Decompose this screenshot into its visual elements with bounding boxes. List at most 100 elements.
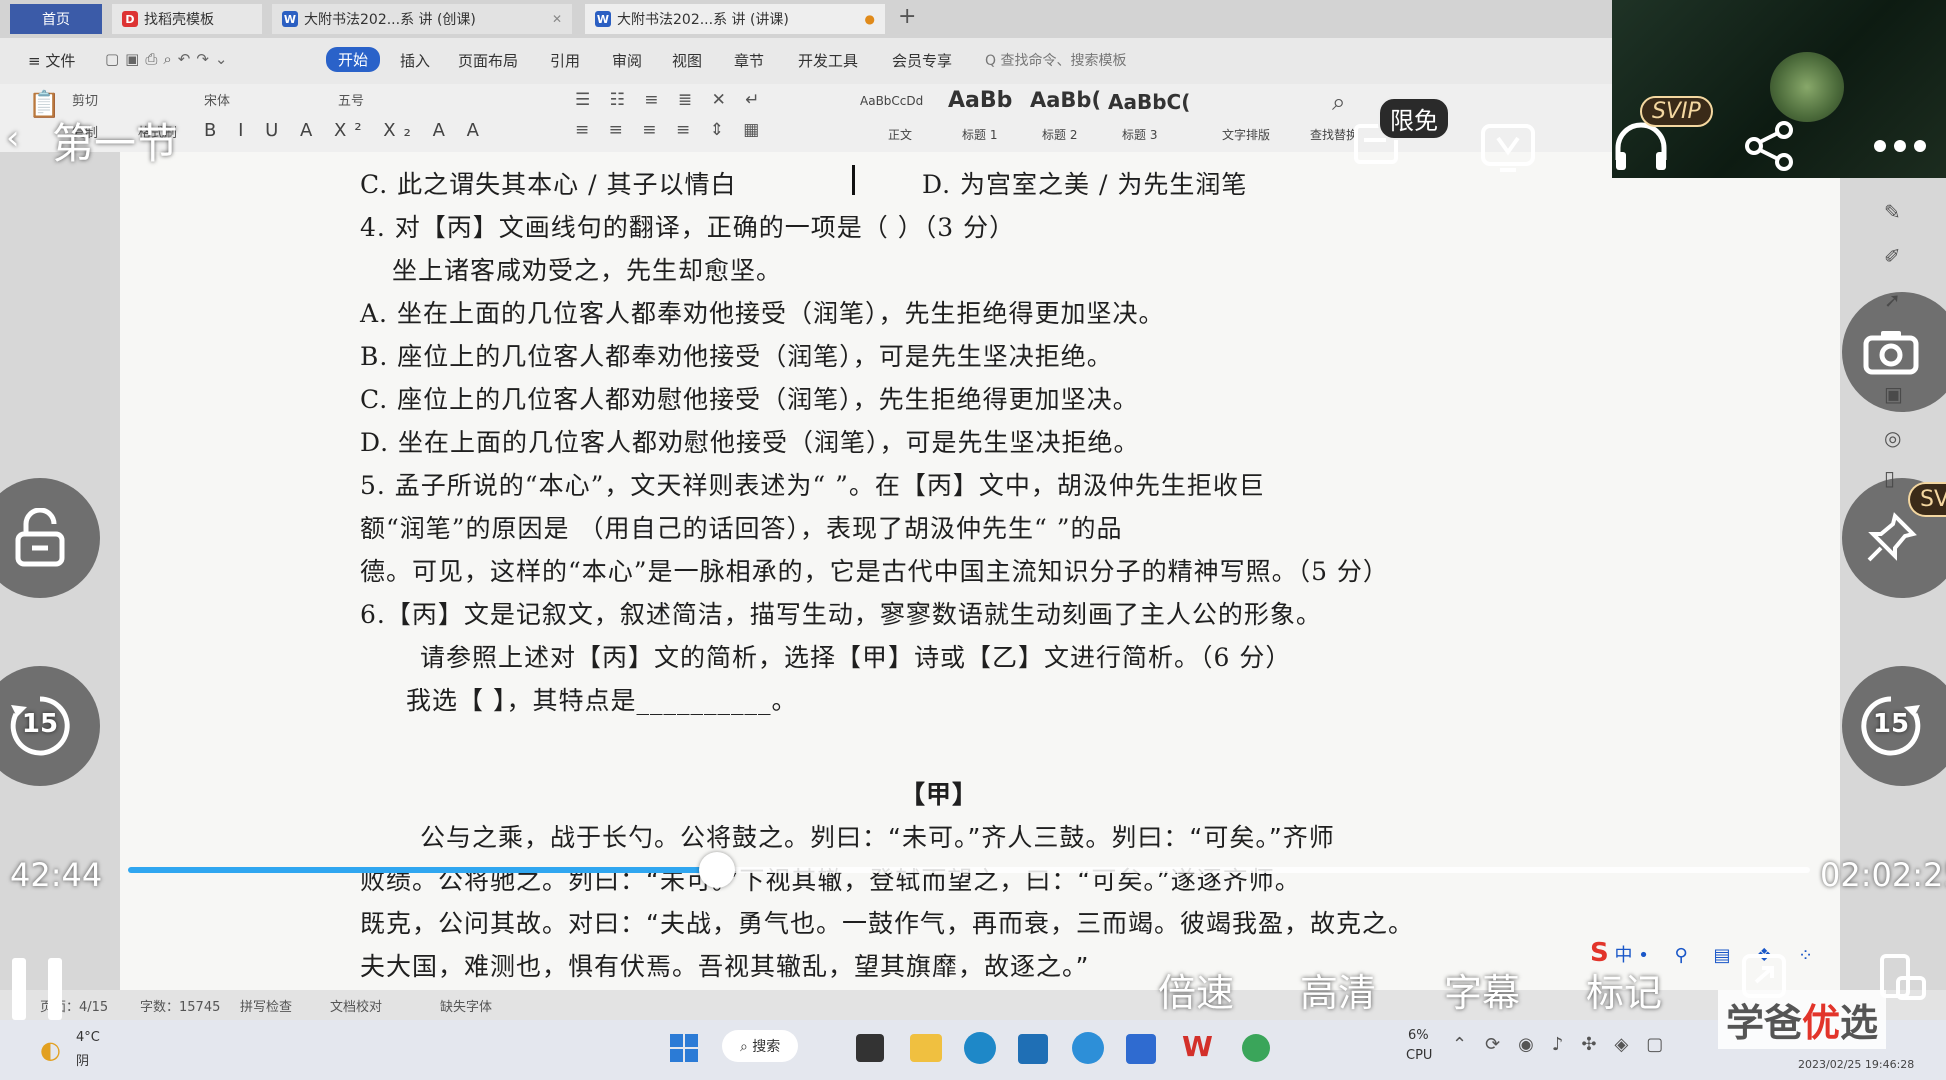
quick-access-icons[interactable]: ▢▣⎙⌕↶↷⌄ xyxy=(105,50,233,68)
pause-bar xyxy=(48,958,62,1020)
poem-heading: 【甲】 xyxy=(900,780,979,809)
doc-line: C. 此之谓失其本心 / 其子以情白 xyxy=(360,170,737,199)
tray-icons[interactable]: ⌃⟳◉♪✣◈▢ xyxy=(1452,1034,1681,1055)
wechat-icon[interactable] xyxy=(1242,1034,1270,1062)
doc-line: 坐上诸客咸劝受之，先生却愈坚。 xyxy=(392,256,783,285)
menu-review[interactable]: 审阅 xyxy=(612,50,642,71)
doc-line: 请参照上述对【丙】文的简析，选择【甲】诗或【乙】文进行简析。（6 分） xyxy=(420,643,1292,672)
svip-badge: SVIP xyxy=(1640,96,1713,127)
doc-line: 额“润笔”的原因是 （用自己的话回答），表现了胡汲仲先生“ ”的品 xyxy=(360,514,1123,543)
style-preview-h1[interactable]: AaBb xyxy=(948,88,1012,113)
rewind-seconds: 15 xyxy=(21,709,59,739)
font-format-icons[interactable]: B I U A X² X₂ A A xyxy=(204,120,487,141)
brand-tail: 选 xyxy=(1840,1001,1879,1045)
pause-bar xyxy=(12,958,26,1020)
free-badge: 限免 xyxy=(1378,97,1450,140)
tab-template[interactable]: D 找稻壳模板 xyxy=(112,4,262,34)
tab-home[interactable]: 首页 xyxy=(10,4,102,34)
more-options-icon[interactable] xyxy=(1872,138,1928,154)
tab-doc-2[interactable]: W 大附书法202...系 讲 (讲课) ● xyxy=(585,4,885,34)
find-icon[interactable]: ⌕ xyxy=(1332,88,1345,116)
camera-scene-tree xyxy=(1770,52,1844,122)
weather-icon[interactable]: ◐ xyxy=(40,1036,61,1064)
section-title: 第一节 xyxy=(52,119,179,168)
command-search[interactable]: Q 查找命令、搜索模板 xyxy=(985,50,1126,70)
pin-icon xyxy=(1867,512,1917,562)
menu-member[interactable]: 会员专享 xyxy=(892,50,952,71)
paragraph-icons-bottom[interactable]: ≡ ≡ ≡ ≡ ⇕ ▦ xyxy=(575,120,766,140)
taskbar-datetime: 2023/02/25 19:46:28 xyxy=(1798,1058,1915,1071)
pen-icon[interactable]: ✎ xyxy=(1884,200,1914,230)
video-app-icon[interactable] xyxy=(1126,1034,1156,1064)
quality-button[interactable]: 高清 xyxy=(1300,962,1376,1017)
font-size-select[interactable]: 五号 xyxy=(338,90,364,109)
find-replace-button[interactable]: 查找替换 xyxy=(1310,126,1358,143)
font-name-select[interactable]: 宋体 xyxy=(204,90,230,109)
tv-cast-icon[interactable] xyxy=(1480,120,1536,172)
bookmark-button[interactable]: 标记 xyxy=(1586,962,1662,1017)
tab-doc-1-label: 大附书法202...系 讲 (创课) xyxy=(304,12,476,28)
ime-mode: 中 xyxy=(1614,945,1633,966)
cpu-percent: 6% xyxy=(1408,1028,1429,1043)
menu-reference[interactable]: 引用 xyxy=(550,50,580,71)
speed-button[interactable]: 倍速 xyxy=(1158,962,1234,1017)
weather-temp: 4°C xyxy=(76,1030,100,1045)
store-icon[interactable] xyxy=(1018,1034,1048,1064)
status-spell[interactable]: 拼写检查 xyxy=(240,996,292,1015)
status-font-missing[interactable]: 缺失字体 xyxy=(440,996,492,1015)
unsaved-dot-icon: ● xyxy=(864,12,875,26)
style-label-h1: 标题 1 xyxy=(962,128,998,142)
ime-toolbar[interactable]: S 中 • ⚲ ▤ ❖ ⁘ xyxy=(1590,938,1823,968)
word-doc-icon: W xyxy=(282,11,298,27)
menu-insert[interactable]: 插入 xyxy=(400,50,430,71)
edge-icon[interactable] xyxy=(964,1032,996,1064)
file-explorer-icon[interactable] xyxy=(910,1034,942,1062)
text-cursor xyxy=(852,165,855,195)
file-menu[interactable]: ≡ 文件 xyxy=(28,50,75,71)
progress-knob[interactable] xyxy=(698,852,735,888)
ime-tool-icons: • ⚲ ▤ ❖ ⁘ xyxy=(1638,945,1824,966)
doc-line: B. 座位上的几位客人都奉劝他接受（润笔），可是先生坚决拒绝。 xyxy=(360,342,1113,371)
paragraph-icons-top[interactable]: ☰ ☷ ≡ ≣ ✕ ↵ xyxy=(575,90,766,110)
windows-taskbar: ◐ 4°C 阴 ⌕ 搜索 W 6% CPU ⌃⟳◉♪✣◈▢ 2023/02/25… xyxy=(0,1020,1946,1080)
brand-text: 学爸 xyxy=(1726,1001,1803,1045)
tab-doc-2-label: 大附书法202...系 讲 (讲课) xyxy=(617,12,789,28)
tab-doc-1[interactable]: W 大附书法202...系 讲 (创课) ✕ xyxy=(272,4,572,34)
menu-chapter[interactable]: 章节 xyxy=(734,50,764,71)
palette-icon[interactable]: ◎ xyxy=(1884,426,1914,456)
subtitle-button[interactable]: 字幕 xyxy=(1444,962,1520,1017)
menu-dev-tools[interactable]: 开发工具 xyxy=(798,50,858,71)
sogou-icon: S xyxy=(1590,938,1609,968)
menu-view[interactable]: 视图 xyxy=(672,50,702,71)
doc-line: 既克，公问其故。对曰：“夫战，勇气也。一鼓作气，再而衰，三而竭。彼竭我盈，故克之… xyxy=(360,909,1414,938)
style-label-normal: 正文 xyxy=(888,128,913,142)
doc-line: 6.【丙】文是记叙文，叙述简洁，描写生动，寥寥数语就生动刻画了主人公的形象。 xyxy=(360,600,1322,629)
tab-close-icon[interactable]: ✕ xyxy=(552,12,562,26)
back-arrow-icon[interactable]: ‹ xyxy=(6,118,20,158)
cut-button[interactable]: 剪切 xyxy=(72,90,98,109)
style-preview-h2[interactable]: AaBb( xyxy=(1030,88,1101,112)
taskbar-search[interactable]: ⌕ 搜索 xyxy=(722,1030,799,1062)
ie-icon[interactable] xyxy=(1072,1032,1104,1064)
taskbar-search-label: 搜索 xyxy=(752,1039,781,1055)
text-layout-button[interactable]: 文字排版 xyxy=(1222,126,1270,143)
task-view-icon[interactable] xyxy=(856,1034,884,1062)
menu-layout[interactable]: 页面布局 xyxy=(458,50,518,71)
style-preview-h3[interactable]: AaBbC( xyxy=(1108,90,1190,114)
total-time: 02:02:25 xyxy=(1820,856,1946,894)
menu-start[interactable]: 开始 xyxy=(326,47,381,72)
headphones-icon[interactable] xyxy=(1612,120,1670,174)
new-tab-button[interactable]: + xyxy=(898,4,916,29)
share-icon[interactable] xyxy=(1742,120,1798,172)
doc-line: 我选【 】，其特点是__________。 xyxy=(406,686,798,715)
pause-button[interactable] xyxy=(12,958,64,1020)
tab-template-label: 找稻壳模板 xyxy=(144,12,214,28)
unlock-icon xyxy=(15,508,65,567)
doc-line: D. 坐在上面的几位客人都劝慰他接受（润笔），可是先生坚决拒绝。 xyxy=(360,428,1140,457)
status-doc-check[interactable]: 文档校对 xyxy=(330,996,382,1015)
marker-icon[interactable]: ✐ xyxy=(1884,244,1914,274)
windows-start-icon[interactable] xyxy=(670,1034,698,1062)
wps-app-icon[interactable]: W xyxy=(1182,1030,1213,1063)
style-preview-normal[interactable]: AaBbCcDd xyxy=(860,94,923,108)
style-label-h2: 标题 2 xyxy=(1042,128,1078,142)
